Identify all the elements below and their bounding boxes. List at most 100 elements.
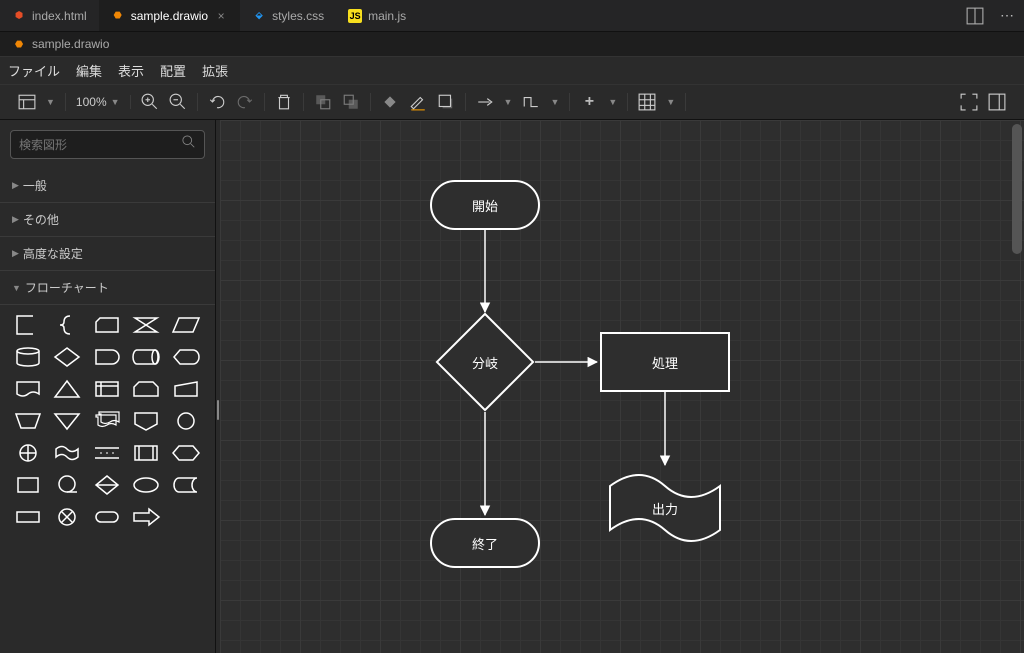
format-panel-icon[interactable]: [988, 93, 1006, 111]
breadcrumb-label[interactable]: sample.drawio: [32, 37, 109, 51]
shape-process[interactable]: [12, 473, 44, 497]
html-icon: ⬢: [12, 9, 26, 23]
search-icon[interactable]: [182, 135, 196, 154]
canvas-wrap: 開始 分岐 処理 出力 終了: [220, 120, 1024, 653]
sidebar: ▶一般 ▶その他 ▶高度な設定 ▼フローチャート: [0, 120, 216, 653]
chevron-down-icon: ▼: [12, 283, 21, 293]
node-decision[interactable]: 分岐: [435, 312, 535, 412]
menu-file[interactable]: ファイル: [8, 61, 60, 80]
close-icon[interactable]: ×: [214, 9, 228, 23]
breadcrumb: ⬣ sample.drawio: [0, 32, 1024, 56]
tab-sample-drawio[interactable]: ⬣ sample.drawio ×: [99, 0, 240, 31]
section-advanced[interactable]: ▶高度な設定: [0, 237, 215, 271]
shape-direct-data[interactable]: [130, 345, 162, 369]
shape-delay[interactable]: [91, 345, 123, 369]
tab-index-html[interactable]: ⬢ index.html: [0, 0, 99, 31]
node-start[interactable]: 開始: [430, 180, 540, 230]
css-icon: ⬙: [252, 9, 266, 23]
shape-database[interactable]: [12, 345, 44, 369]
shape-transfer[interactable]: [130, 505, 162, 529]
table-icon[interactable]: [638, 93, 656, 111]
shape-terminator[interactable]: [91, 505, 123, 529]
undo-icon[interactable]: [208, 93, 226, 111]
search-shapes-input[interactable]: [10, 130, 205, 159]
chevron-down-icon[interactable]: ▼: [504, 97, 513, 107]
shape-document[interactable]: [12, 377, 44, 401]
menu-edit[interactable]: 編集: [76, 61, 102, 80]
canvas[interactable]: 開始 分岐 処理 出力 終了: [220, 120, 1024, 653]
fullscreen-icon[interactable]: [960, 93, 978, 111]
shape-collate[interactable]: [130, 313, 162, 337]
zoom-in-icon[interactable]: [141, 93, 159, 111]
chevron-right-icon: ▶: [12, 248, 19, 259]
shape-offpage[interactable]: [130, 409, 162, 433]
drawio-icon: ⬣: [12, 37, 26, 51]
chevron-right-icon: ▶: [12, 180, 19, 191]
shape-brace[interactable]: [51, 313, 83, 337]
shape-start[interactable]: [130, 473, 162, 497]
delete-icon[interactable]: [275, 93, 293, 111]
shape-summing[interactable]: [51, 505, 83, 529]
shape-preparation[interactable]: [170, 441, 202, 465]
shape-loop-limit[interactable]: [130, 377, 162, 401]
shape-palette: [0, 305, 215, 549]
connection-icon[interactable]: [476, 93, 494, 111]
shape-multi-document[interactable]: [91, 409, 123, 433]
editor-tabs: ⬢ index.html ⬣ sample.drawio × ⬙ styles.…: [0, 0, 1024, 32]
chevron-down-icon[interactable]: ▼: [666, 97, 675, 107]
shape-connector[interactable]: [170, 409, 202, 433]
shape-annotation[interactable]: [12, 313, 44, 337]
search-input[interactable]: [19, 138, 182, 152]
shape-display[interactable]: [170, 345, 202, 369]
zoom-level[interactable]: 100% ▼: [76, 95, 120, 109]
shape-stored-data[interactable]: [170, 473, 202, 497]
chevron-down-icon: ▼: [111, 97, 120, 107]
shape-card[interactable]: [91, 313, 123, 337]
main-area: ▶一般 ▶その他 ▶高度な設定 ▼フローチャート: [0, 120, 1024, 653]
shape-predefined-process[interactable]: [130, 441, 162, 465]
chevron-down-icon[interactable]: ▼: [46, 97, 55, 107]
section-general[interactable]: ▶一般: [0, 169, 215, 203]
more-icon[interactable]: ⋯: [998, 7, 1016, 25]
tab-label: styles.css: [272, 9, 324, 23]
chevron-down-icon[interactable]: ▼: [608, 97, 617, 107]
insert-icon[interactable]: +: [580, 93, 598, 111]
node-end[interactable]: 終了: [430, 518, 540, 568]
menu-extras[interactable]: 拡張: [202, 61, 228, 80]
shape-or[interactable]: [12, 441, 44, 465]
line-color-icon[interactable]: [409, 93, 427, 111]
shape-decision[interactable]: [51, 345, 83, 369]
shadow-icon[interactable]: [437, 93, 455, 111]
shape-subroutine[interactable]: [12, 505, 44, 529]
view-mode-icon[interactable]: [18, 93, 36, 111]
section-misc[interactable]: ▶その他: [0, 203, 215, 237]
shape-merge[interactable]: [51, 409, 83, 433]
to-back-icon[interactable]: [342, 93, 360, 111]
menu-view[interactable]: 表示: [118, 61, 144, 80]
chevron-right-icon: ▶: [12, 214, 19, 225]
chevron-down-icon[interactable]: ▼: [550, 97, 559, 107]
redo-icon[interactable]: [236, 93, 254, 111]
node-output[interactable]: 出力: [605, 468, 725, 548]
shape-sort[interactable]: [91, 473, 123, 497]
shape-manual-input[interactable]: [170, 377, 202, 401]
tab-styles-css[interactable]: ⬙ styles.css: [240, 0, 336, 31]
tab-main-js[interactable]: JS main.js: [336, 0, 418, 31]
shape-sequential-data[interactable]: [51, 473, 83, 497]
shape-manual-operation[interactable]: [12, 409, 44, 433]
shape-internal-storage[interactable]: [91, 377, 123, 401]
shape-parallel[interactable]: [91, 441, 123, 465]
section-flowchart[interactable]: ▼フローチャート: [0, 271, 215, 305]
to-front-icon[interactable]: [314, 93, 332, 111]
vertical-scrollbar[interactable]: [1012, 120, 1022, 653]
zoom-out-icon[interactable]: [169, 93, 187, 111]
shape-data[interactable]: [170, 313, 202, 337]
fill-color-icon[interactable]: [381, 93, 399, 111]
split-editor-icon[interactable]: [966, 7, 984, 25]
shape-extract[interactable]: [51, 377, 83, 401]
node-process[interactable]: 処理: [600, 332, 730, 392]
menu-arrange[interactable]: 配置: [160, 61, 186, 80]
shape-tape[interactable]: [51, 441, 83, 465]
tab-label: main.js: [368, 9, 406, 23]
waypoint-icon[interactable]: [522, 93, 540, 111]
